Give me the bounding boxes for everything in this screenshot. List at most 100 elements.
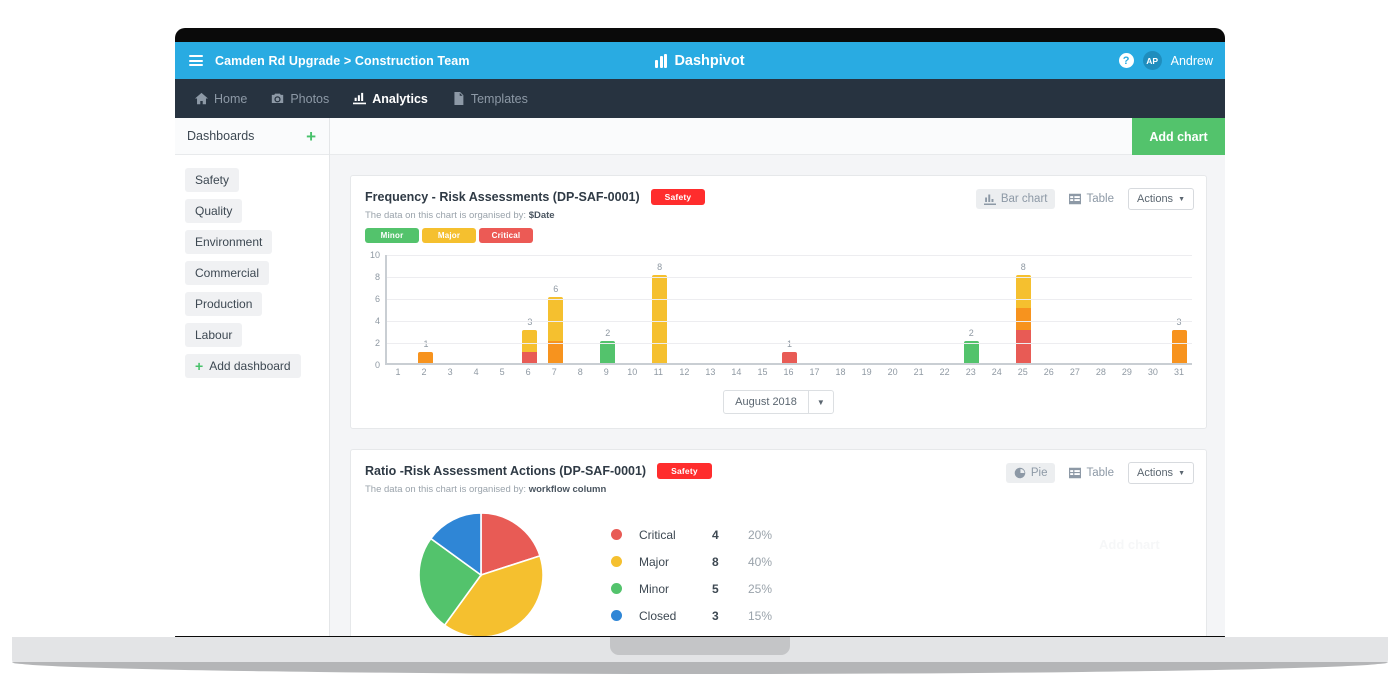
legend-row[interactable]: Closed315% [611,609,772,623]
help-icon[interactable]: ? [1119,53,1134,68]
sidebar-item-commercial[interactable]: Commercial [185,261,269,285]
bar-slot[interactable] [1088,255,1114,363]
bar-chart-y-axis: 0246810 [359,255,383,365]
sidebar-item-safety[interactable]: Safety [185,168,239,192]
add-dashboard-button[interactable]: + Add dashboard [185,354,301,378]
bar-slot[interactable] [699,255,725,363]
laptop-foot [12,662,1388,674]
bar-slot[interactable] [439,255,465,363]
bar-slot[interactable] [387,255,413,363]
x-axis-tick: 3 [437,367,463,377]
bar-slot[interactable] [569,255,595,363]
bar-slot[interactable] [751,255,777,363]
bar-slot[interactable] [854,255,880,363]
x-axis-tick: 15 [749,367,775,377]
bar-slot[interactable]: 1 [413,255,439,363]
stacked-bar[interactable] [522,330,537,363]
stacked-bar[interactable] [782,352,797,363]
bar-slot[interactable]: 1 [777,255,803,363]
stacked-bar[interactable] [652,275,667,363]
bar-slot[interactable] [491,255,517,363]
add-chart-button[interactable]: Add chart [1132,118,1225,155]
bar-slot[interactable] [932,255,958,363]
bar-chart-table-button[interactable]: Table [1061,189,1122,209]
legend-row[interactable]: Minor525% [611,582,772,596]
sidebar-item-production[interactable]: Production [185,292,262,316]
table-icon [1069,467,1081,479]
bar-chart-subtitle-prefix: The data on this chart is organised by: [365,210,529,221]
bar-segment-top [522,330,537,352]
nav-item-analytics[interactable]: Analytics [353,79,428,118]
breadcrumb[interactable]: Camden Rd Upgrade > Construction Team [215,54,470,68]
sidebar-item-environment[interactable]: Environment [185,230,272,254]
bar-slot[interactable] [803,255,829,363]
pie-chart-actions-button[interactable]: Actions ▼ [1128,462,1194,484]
bar-slot[interactable]: 8 [647,255,673,363]
pie-chart-view-button[interactable]: Pie [1006,463,1056,483]
user-name[interactable]: Andrew [1171,54,1213,68]
bar-slot[interactable]: 3 [1166,255,1192,363]
add-dashboard-plus-icon[interactable]: + [306,128,316,145]
pie-chart-subtitle-prefix: The data on this chart is organised by: [365,484,529,495]
x-axis-tick: 20 [880,367,906,377]
bar-slot[interactable] [984,255,1010,363]
bar-chart-view-label: Bar chart [1001,193,1048,205]
bar-slot[interactable] [1062,255,1088,363]
app-brand: Dashpivot [615,53,785,69]
bar-slot[interactable] [1140,255,1166,363]
stacked-bar[interactable] [1016,275,1031,363]
bar-slot[interactable] [880,255,906,363]
legend-pill-major[interactable]: Major [422,228,476,243]
laptop-notch [610,637,790,655]
nav-item-home[interactable]: Home [195,79,247,118]
bar-slot[interactable] [465,255,491,363]
sidebar-item-labour[interactable]: Labour [185,323,242,347]
pie-chart-table-button[interactable]: Table [1061,463,1122,483]
legend-label: Major [639,555,712,569]
nav-label-photos: Photos [290,92,329,106]
x-axis-tick: 28 [1088,367,1114,377]
bar-slot[interactable] [906,255,932,363]
bar-slot[interactable]: 3 [517,255,543,363]
date-selector[interactable]: August 2018 ▼ [723,390,834,414]
bar-chart-actions-button[interactable]: Actions ▼ [1128,188,1194,210]
hamburger-menu-icon[interactable] [189,55,203,66]
bar-chart-plot-area: 0246810 136281283 1234567891011121314151… [359,255,1192,377]
bar-segment-major [548,341,563,363]
bar-slot[interactable]: 2 [595,255,621,363]
legend-pill-minor[interactable]: Minor [365,228,419,243]
stacked-bar[interactable] [1172,330,1187,363]
bar-slot[interactable]: 8 [1010,255,1036,363]
legend-dot-critical [611,529,622,540]
bar-slot[interactable] [1036,255,1062,363]
nav-item-photos[interactable]: Photos [271,79,329,118]
bar-slot[interactable] [1114,255,1140,363]
legend-value: 3 [712,609,748,623]
bar-segment-minor [600,341,615,363]
chevron-down-icon: ▼ [1178,470,1185,477]
sidebar-item-quality[interactable]: Quality [185,199,242,223]
legend-row[interactable]: Critical420% [611,528,772,542]
bar-chart-view-button[interactable]: Bar chart [976,189,1056,209]
bar-slot[interactable]: 2 [958,255,984,363]
avatar[interactable]: AP [1143,51,1162,70]
bar-slot[interactable] [621,255,647,363]
bar-slot[interactable] [673,255,699,363]
bar-chart-subtitle-value: $Date [529,210,555,221]
stacked-bar[interactable] [418,352,433,363]
stacked-bar[interactable] [964,341,979,363]
bar-slot[interactable]: 6 [543,255,569,363]
stacked-bar[interactable] [548,297,563,363]
stacked-bar[interactable] [600,341,615,363]
nav-item-templates[interactable]: Templates [452,79,528,118]
legend-row[interactable]: Major840% [611,555,772,569]
legend-pill-critical[interactable]: Critical [479,228,533,243]
bar-segment-top [1016,275,1031,308]
bar-segment-major [1172,330,1187,363]
bar-slot[interactable] [725,255,751,363]
y-axis-tick: 2 [375,338,380,348]
bar-slot[interactable] [828,255,854,363]
bar-chart-title: Frequency - Risk Assessments (DP-SAF-000… [365,190,640,204]
brand-name: Dashpivot [674,53,744,69]
x-axis-tick: 27 [1062,367,1088,377]
